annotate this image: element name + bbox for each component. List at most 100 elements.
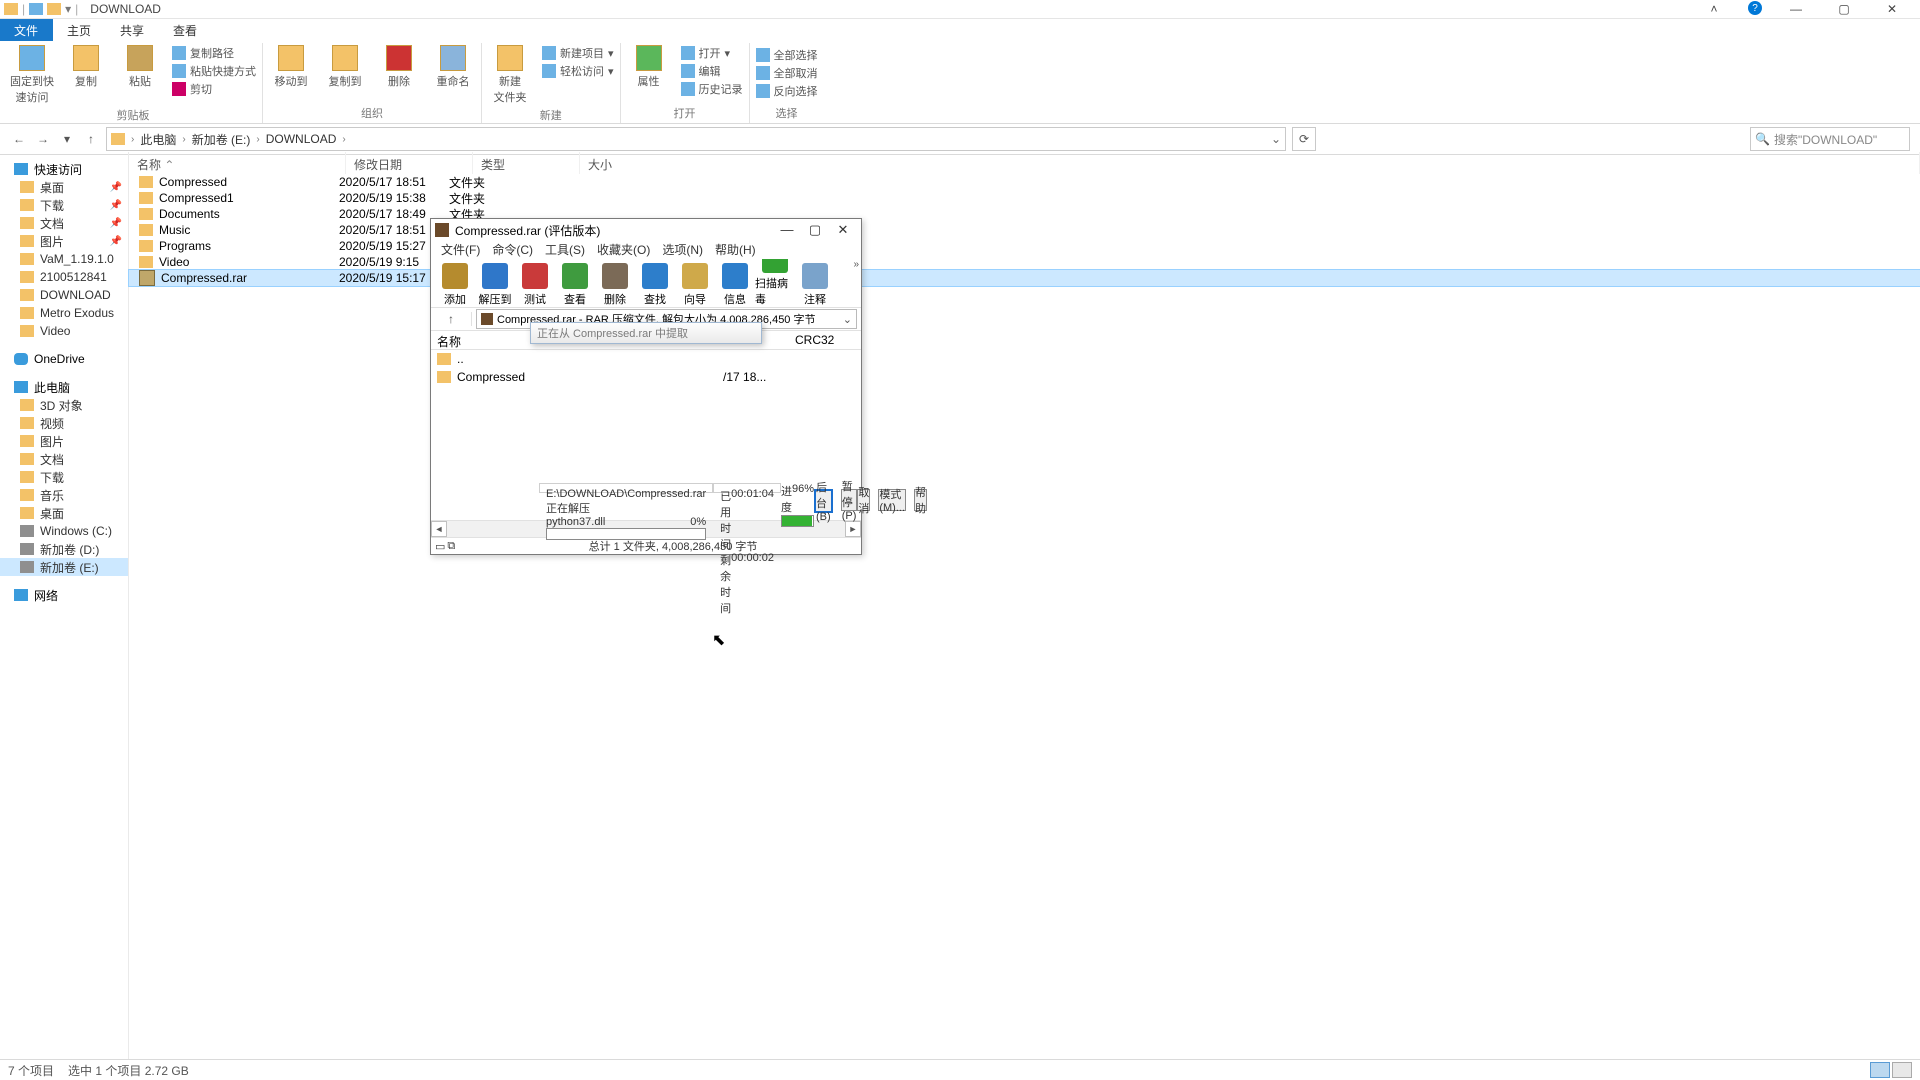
winrar-menu-item[interactable]: 帮助(H) [711,241,760,259]
winrar-menu-item[interactable]: 工具(S) [541,241,589,259]
background-button[interactable]: 后台(B) [814,489,833,513]
select-none-button[interactable]: 全部取消 [756,65,818,81]
col-type[interactable]: 类型 [473,152,580,174]
winrar-min-button[interactable]: — [773,222,801,238]
moveto-button[interactable]: 移动到 [269,45,313,89]
cut-button[interactable]: 剪切 [172,81,256,97]
winrar-tool-查找[interactable]: 查找 [635,263,675,307]
sidebar-item[interactable]: Video [0,322,128,340]
winrar-tool-解压到[interactable]: 解压到 [475,263,515,307]
sidebar-item[interactable]: 桌面📌 [0,178,128,196]
select-all-button[interactable]: 全部选择 [756,47,818,63]
edit-button[interactable]: 编辑 [681,63,743,79]
sidebar-item[interactable]: 新加卷 (E:) [0,558,128,576]
this-pc-header[interactable]: 此电脑 [0,378,128,396]
help-icon[interactable]: ? [1748,1,1762,15]
nav-recent-button[interactable]: ▾ [58,130,76,148]
file-row[interactable]: Documents2020/5/17 18:49文件夹 [129,206,1920,222]
new-item-button[interactable]: 新建项目 ▾ [542,45,614,61]
winrar-max-button[interactable]: ▢ [801,222,829,238]
winrar-toolbar[interactable]: » 添加解压到测试查看删除查找向导信息扫描病毒注释 [431,259,861,308]
winrar-col-crc[interactable]: CRC32 [789,331,861,349]
sidebar-item[interactable]: 图片📌 [0,232,128,250]
winrar-tool-添加[interactable]: 添加 [435,263,475,307]
file-row[interactable]: Music2020/5/17 18:51文件夹 [129,222,1920,238]
file-row[interactable]: Compressed.rar2020/5/19 15:17 [129,270,1920,286]
rename-button[interactable]: 重命名 [431,45,475,89]
winrar-menu-item[interactable]: 选项(N) [658,241,707,259]
paste-button[interactable]: 粘贴 [118,45,162,105]
mode-button[interactable]: 模式(M)... [878,489,906,511]
winrar-col-name[interactable]: 名称 [431,331,543,349]
quick-access-header[interactable]: 快速访问 [0,160,128,178]
chevron-down-icon[interactable]: ⌄ [843,313,852,326]
sidebar-item[interactable]: 下载 [0,468,128,486]
tab-home[interactable]: 主页 [53,19,106,41]
history-button[interactable]: 历史记录 [681,81,743,97]
winrar-menu-item[interactable]: 命令(C) [488,241,537,259]
nav-up-button[interactable]: ↑ [82,130,100,148]
winrar-up-button[interactable]: ↑ [431,312,472,326]
sidebar-item[interactable]: 新加卷 (D:) [0,540,128,558]
crumb-volume[interactable]: 新加卷 (E:) [192,131,251,148]
extract-progress-dialog[interactable]: 正在从 Compressed.rar 中提取 E:\DOWNLOAD\Compr… [530,322,762,344]
winrar-tool-查看[interactable]: 查看 [555,263,595,307]
winrar-up-item[interactable]: .. [431,350,861,368]
refresh-button[interactable]: ⟳ [1292,127,1316,151]
copyto-button[interactable]: 复制到 [323,45,367,89]
nav-forward-button[interactable]: → [34,130,52,148]
sidebar-item[interactable]: VaM_1.19.1.0 [0,250,128,268]
winrar-menu[interactable]: 文件(F)命令(C)工具(S)收藏夹(O)选项(N)帮助(H) [431,241,861,259]
tab-share[interactable]: 共享 [106,19,159,41]
winrar-tool-删除[interactable]: 删除 [595,263,635,307]
qa-icon[interactable] [47,3,61,15]
nav-back-button[interactable]: ← [10,130,28,148]
winrar-item[interactable]: Compressed/17 18... [431,368,861,386]
sidebar-item[interactable]: DOWNLOAD [0,286,128,304]
winrar-menu-item[interactable]: 收藏夹(O) [593,241,654,259]
sidebar-item[interactable]: 文档📌 [0,214,128,232]
winrar-title-bar[interactable]: Compressed.rar (评估版本) — ▢ ✕ [431,219,861,241]
copy-path-button[interactable]: 复制路径 [172,45,256,61]
sidebar-item[interactable]: 下载📌 [0,196,128,214]
view-details-button[interactable] [1870,1062,1890,1078]
delete-button[interactable]: 删除 [377,45,421,89]
ribbon-collapse-icon[interactable]: ˄ [1700,1,1728,17]
sidebar-item[interactable]: 音乐 [0,486,128,504]
col-size[interactable]: 大小 [580,152,1920,174]
search-input[interactable]: 🔍 搜索"DOWNLOAD" [1750,127,1910,151]
nav-tree[interactable]: 快速访问 桌面📌下载📌文档📌图片📌VaM_1.19.1.02100512841D… [0,152,129,1060]
winrar-tool-测试[interactable]: 测试 [515,263,555,307]
network-header[interactable]: 网络 [0,586,128,604]
view-icons-button[interactable] [1892,1062,1912,1078]
winrar-tool-注释[interactable]: 注释 [795,263,835,307]
tab-view[interactable]: 查看 [159,19,212,41]
properties-button[interactable]: 属性 [627,45,671,97]
open-button[interactable]: 打开 ▾ [681,45,743,61]
sidebar-item[interactable]: 3D 对象 [0,396,128,414]
file-list[interactable]: 名称 ⌃ 修改日期 类型 大小 Compressed2020/5/17 18:5… [129,152,1920,1060]
onedrive-header[interactable]: OneDrive [0,350,128,368]
minimize-button[interactable]: — [1782,1,1810,17]
winrar-tool-向导[interactable]: 向导 [675,263,715,307]
chevron-down-icon[interactable]: ▾ [65,2,71,16]
column-headers[interactable]: 名称 ⌃ 修改日期 类型 大小 [129,152,1920,174]
crumb-folder[interactable]: DOWNLOAD [266,132,337,146]
close-button[interactable]: ✕ [1878,1,1906,17]
invert-selection-button[interactable]: 反向选择 [756,83,818,99]
col-date[interactable]: 修改日期 [346,152,473,174]
sidebar-item[interactable]: 文档 [0,450,128,468]
paste-shortcut-button[interactable]: 粘贴快捷方式 [172,63,256,79]
winrar-tool-信息[interactable]: 信息 [715,263,755,307]
path-dropdown-icon[interactable]: ⌄ [1271,132,1281,146]
file-row[interactable]: Video2020/5/19 9:15文件夹 [129,254,1920,270]
easy-access-button[interactable]: 轻松访问 ▾ [542,63,614,79]
sidebar-item[interactable]: Metro Exodus [0,304,128,322]
winrar-close-button[interactable]: ✕ [829,222,857,238]
crumb-pc[interactable]: 此电脑 [140,131,176,148]
copy-button[interactable]: 复制 [64,45,108,105]
help-button[interactable]: 帮助 [914,489,927,511]
maximize-button[interactable]: ▢ [1830,1,1858,17]
file-row[interactable]: Programs2020/5/19 15:27文件夹 [129,238,1920,254]
newfolder-button[interactable]: 新建 文件夹 [488,45,532,105]
